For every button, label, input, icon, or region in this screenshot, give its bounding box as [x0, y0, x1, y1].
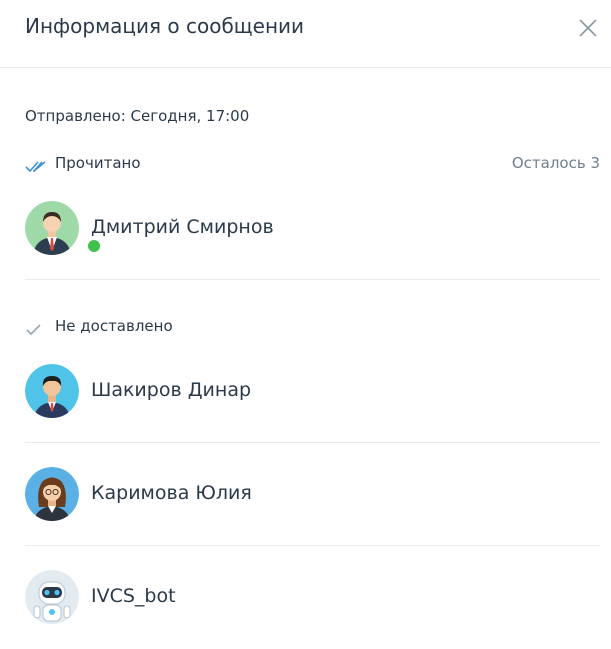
- dialog-title: Информация о сообщении: [25, 14, 305, 38]
- robot-avatar-icon: [25, 570, 79, 624]
- woman-avatar-icon: [25, 467, 79, 521]
- dialog-header: Информация о сообщении: [0, 0, 611, 68]
- user-name: Каримова Юлия: [91, 482, 252, 504]
- double-check-icon: [25, 159, 49, 178]
- user-name: IVCS_bot: [91, 585, 176, 607]
- user-name: Шакиров Динар: [91, 379, 252, 401]
- list-item[interactable]: Каримова Юлия: [25, 443, 600, 546]
- businessman-avatar-icon: [25, 201, 79, 255]
- user-name: Дмитрий Смирнов: [91, 216, 274, 238]
- remaining-count: Осталось 3: [511, 154, 600, 172]
- read-section-header: Прочитано Осталось 3: [25, 154, 600, 178]
- list-item[interactable]: Дмитрий Смирнов: [25, 177, 600, 280]
- list-item[interactable]: IVCS_bot: [25, 546, 600, 649]
- man-avatar-icon: [25, 364, 79, 418]
- online-status-badge: [86, 238, 102, 254]
- sent-time: Отправлено: Сегодня, 17:00: [25, 107, 250, 125]
- undelivered-label: Не доставлено: [55, 317, 173, 335]
- divider: [25, 279, 600, 280]
- close-icon[interactable]: [577, 17, 599, 39]
- list-item[interactable]: Шакиров Динар: [25, 340, 600, 443]
- undelivered-section-header: Не доставлено: [25, 317, 600, 341]
- check-icon: [25, 322, 49, 341]
- read-label: Прочитано: [55, 154, 141, 172]
